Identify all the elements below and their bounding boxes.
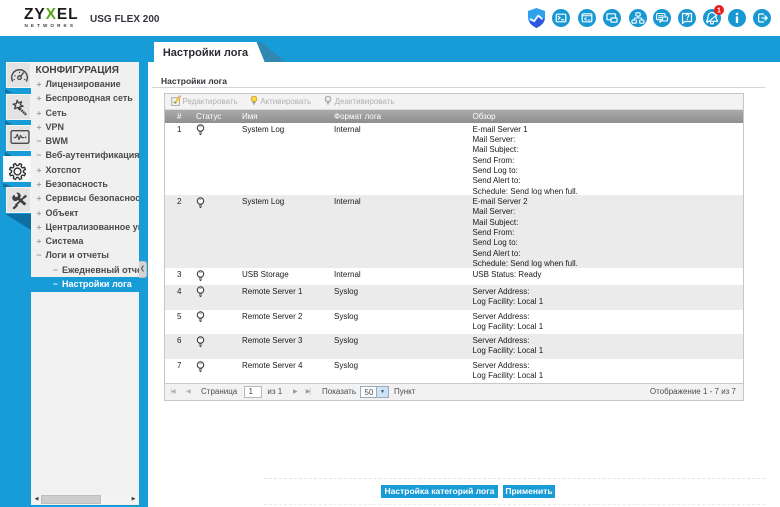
svg-text:?: ?: [685, 13, 690, 22]
svg-text:1: 1: [717, 7, 721, 14]
